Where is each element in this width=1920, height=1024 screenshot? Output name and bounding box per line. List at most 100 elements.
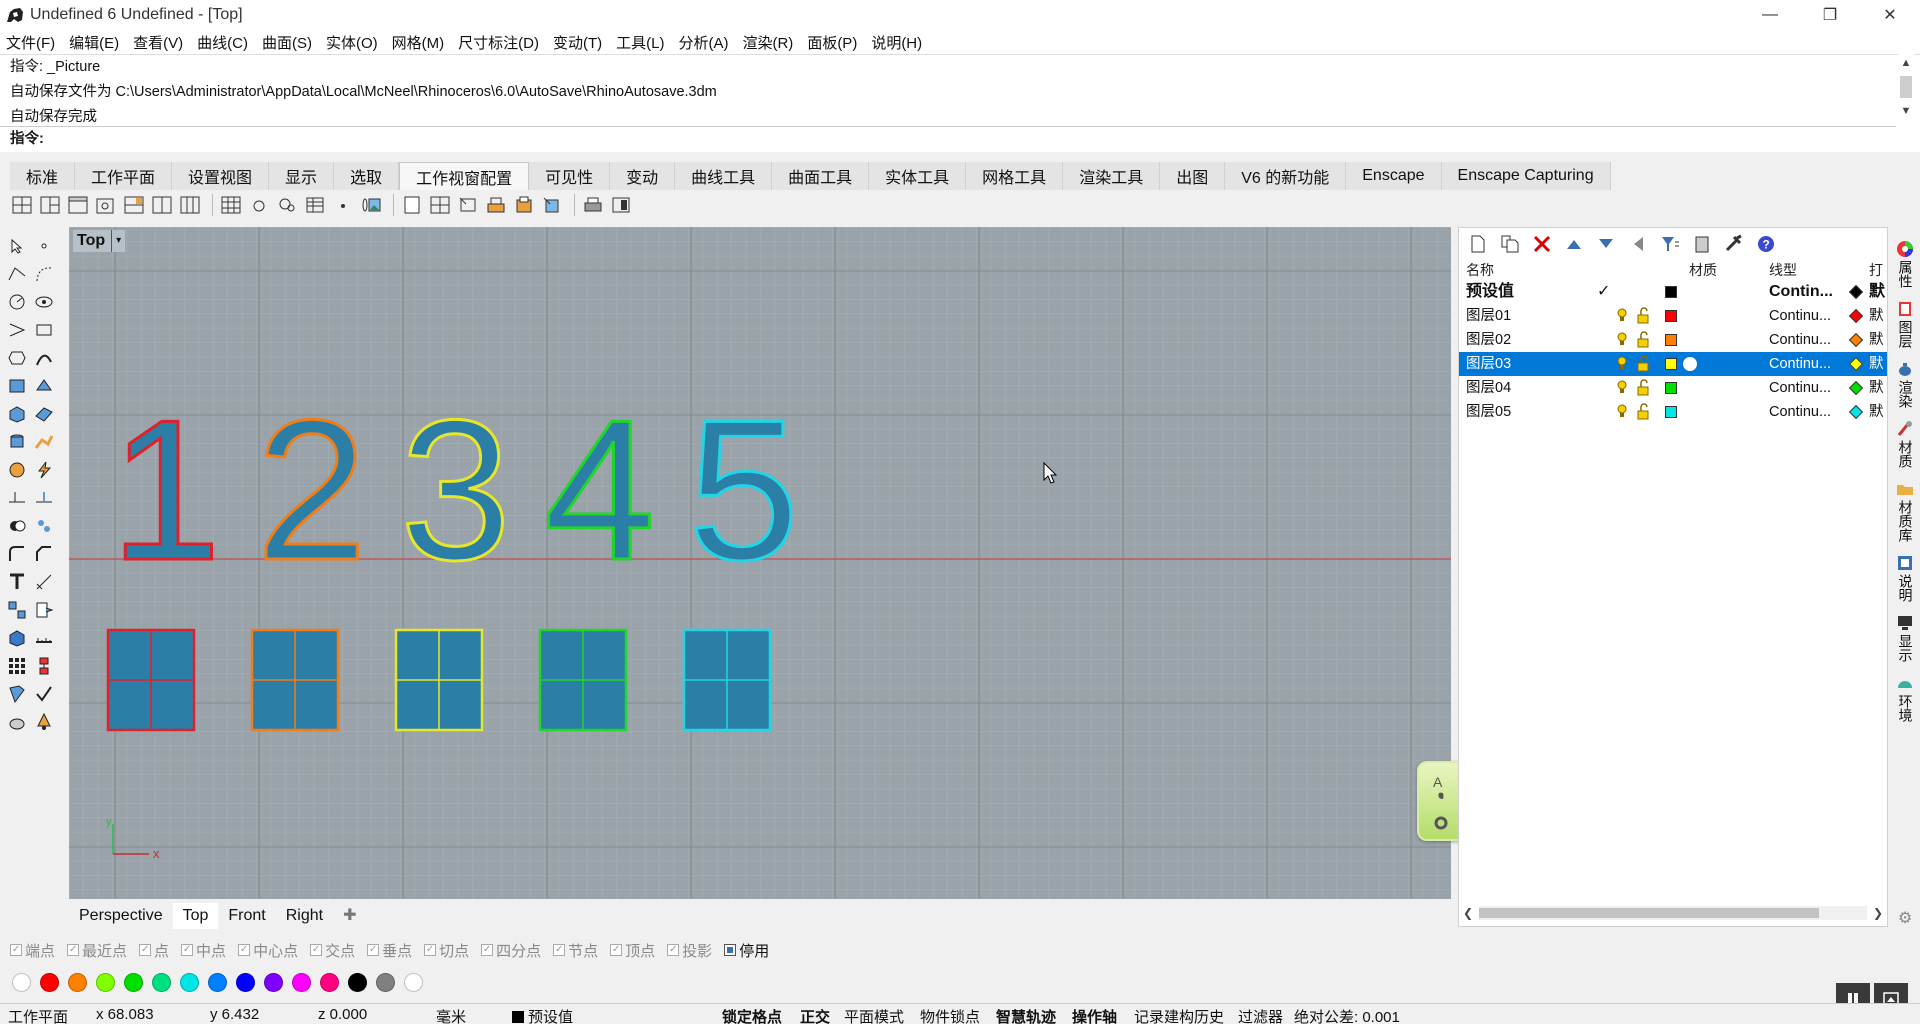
table-icon[interactable] [303,194,327,216]
scroll-up-icon[interactable]: ▲ [1898,54,1914,72]
status-layer[interactable]: 预设值 [512,1006,573,1024]
checkbox-icon[interactable]: ✓ [553,944,566,956]
scroll-left-icon[interactable]: ❮ [1463,906,1473,920]
tab-display[interactable]: 显示 [269,162,335,190]
tab-environment[interactable]: 环境 [1890,674,1920,722]
gumball-icon[interactable] [33,655,54,677]
unlocked-icon[interactable] [1636,352,1650,376]
tools-icon[interactable] [1721,232,1747,256]
chevron-down-icon[interactable]: ▾ [111,230,121,252]
tab-mesh-tools[interactable]: 网格工具 [966,162,1064,190]
text-object-1[interactable]: 1 [109,378,223,604]
layer-print-width[interactable]: 默 [1869,328,1884,352]
layer-color-swatch[interactable] [1665,310,1677,322]
unlocked-icon[interactable] [1636,376,1650,400]
checkbox-icon[interactable]: ✓ [667,944,680,956]
status-planar[interactable]: 平面模式 [844,1006,904,1024]
tab-enscape-capturing[interactable]: Enscape Capturing [1441,162,1611,190]
render-icon[interactable] [6,711,27,733]
layer-name[interactable]: 图层05 [1466,400,1511,424]
top-viewport[interactable]: 12345 y x Top ▾ [69,227,1451,899]
move-out-icon[interactable] [1625,232,1651,256]
block-icon[interactable] [33,599,54,621]
filter-icon[interactable] [1657,232,1683,256]
text-object-5[interactable]: 5 [687,378,801,604]
new-viewport-icon[interactable] [94,194,118,216]
tab-drafting[interactable]: 出图 [1160,162,1226,190]
layer-row[interactable]: 图层04 Continu... 默 [1459,376,1887,400]
scroll-thumb[interactable] [1900,76,1912,98]
layer-name[interactable]: 预设值 [1466,280,1514,304]
boolean-union-icon[interactable] [6,515,27,537]
layer-name[interactable]: 图层02 [1466,328,1511,352]
layer-linetype[interactable]: Continu... [1769,400,1831,424]
layer-color-swatch[interactable] [1665,358,1677,370]
select-arrow-icon[interactable] [6,235,27,257]
tab-display[interactable]: 显示 [1890,614,1920,662]
menu-edit[interactable]: 编辑(E) [69,32,119,53]
check-icon[interactable] [33,683,54,705]
new-sublayer-icon[interactable] [1497,232,1523,256]
status-grid-snap[interactable]: 锁定格点 [722,1006,782,1024]
color-swatch[interactable] [348,972,367,992]
menu-mesh[interactable]: 网格(M) [392,32,445,53]
group-icon[interactable] [6,599,27,621]
tab-rendering[interactable]: 渲染 [1890,360,1920,408]
lightbulb-icon[interactable] [1616,328,1628,352]
command-prompt[interactable]: 指令: [0,126,1896,150]
layer-color-swatch[interactable] [1665,406,1677,418]
status-record-history[interactable]: 记录建构历史 [1134,1006,1224,1024]
background-bitmap-icon[interactable] [359,194,383,216]
checkbox-icon[interactable]: ✓ [610,944,623,956]
tab-solid-tools[interactable]: 实体工具 [869,162,967,190]
osnap-option[interactable]: ✓ 点 [139,940,169,961]
osnap-option[interactable]: ✓ 端点 [10,940,55,961]
print-color-diamond[interactable] [1848,356,1864,372]
lightbulb-icon[interactable] [1616,352,1628,376]
status-smarttrack[interactable]: 智慧轨迹 [996,1006,1056,1024]
header-material[interactable]: 材质 [1689,258,1717,282]
lightbulb-icon[interactable] [1616,400,1628,424]
color-swatch[interactable] [68,972,87,992]
layer-row[interactable]: 图层05 Continu... 默 [1459,400,1887,424]
tab-right[interactable]: Right [276,903,333,929]
layer-row[interactable]: 预设值 ✓ Contin... 默 [1459,280,1887,304]
layer-print-width[interactable]: 默 [1869,400,1884,424]
lightning-icon[interactable] [33,459,54,481]
chamfer-icon[interactable] [33,543,54,565]
curve-icon[interactable] [33,263,54,285]
color-swatch[interactable] [404,972,423,992]
status-osnap[interactable]: 物件锁点 [920,1006,980,1024]
layer-linetype[interactable]: Continu... [1769,352,1831,376]
ellipse-icon[interactable] [33,291,54,313]
split-vertical-icon[interactable] [150,194,174,216]
header-name[interactable]: 名称 [1466,258,1494,282]
polyline-icon[interactable] [6,263,27,285]
boolean-split-icon[interactable] [33,515,54,537]
tab-front[interactable]: Front [218,903,275,929]
analyze-icon[interactable] [6,683,27,705]
help-icon[interactable]: ? [1753,232,1779,256]
menu-transform[interactable]: 变动(T) [553,32,602,53]
viewport-title[interactable]: Top ▾ [73,230,126,252]
osnap-option[interactable]: ✓ 切点 [424,940,469,961]
checkbox-icon[interactable]: ✓ [367,944,380,956]
color-swatch[interactable] [12,972,31,992]
layer-states-icon[interactable] [1689,232,1715,256]
delete-layer-icon[interactable] [1529,232,1555,256]
layer-print-width[interactable]: 默 [1869,376,1884,400]
surface-corner-icon[interactable] [6,375,27,397]
rectangle-icon[interactable] [33,319,54,341]
print-color-diamond[interactable] [1848,332,1864,348]
rotate-view-icon[interactable] [540,194,564,216]
new-layout-icon[interactable] [400,194,424,216]
menu-curve[interactable]: 曲线(C) [197,32,248,53]
tab-curve-tools[interactable]: 曲线工具 [675,162,773,190]
color-swatch[interactable] [180,972,199,992]
three-viewports-icon[interactable] [38,194,62,216]
tab-material-library[interactable]: 材质库 [1890,480,1920,542]
color-swatch[interactable] [264,972,283,992]
menu-view[interactable]: 查看(V) [133,32,183,53]
extrude-icon[interactable] [33,375,54,397]
menu-surface[interactable]: 曲面(S) [262,32,312,53]
